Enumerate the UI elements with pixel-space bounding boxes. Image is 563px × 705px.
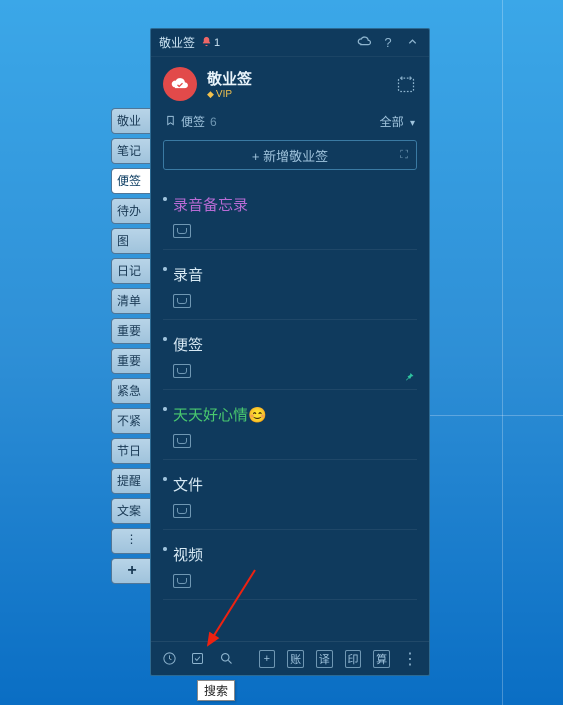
side-tab[interactable]: 清单 [111, 288, 153, 314]
note-item[interactable]: 天天好心情😊 [163, 390, 417, 460]
footer-calc-button[interactable]: 算 [373, 650, 390, 668]
calendar-icon[interactable] [395, 73, 417, 95]
collapse-icon[interactable] [403, 35, 421, 50]
side-tab[interactable]: 紧急 [111, 378, 153, 404]
footer-more-icon[interactable]: ⋮ [402, 649, 419, 669]
note-title: 录音 [173, 264, 415, 285]
history-icon[interactable] [161, 650, 178, 668]
attachment-icon [173, 504, 191, 518]
section-label: 便签 [181, 113, 205, 130]
help-icon[interactable]: ? [379, 35, 397, 50]
side-tab[interactable]: 不紧 [111, 408, 153, 434]
window-titlebar: 敬业签 1 ? [151, 29, 429, 57]
attachment-icon [173, 294, 191, 308]
bullet-icon [163, 477, 167, 481]
side-tab-strip: 敬业笔记便签待办图日记清单重要重要紧急不紧节日提醒文案⋮+ [111, 108, 153, 588]
note-item[interactable]: 视频 [163, 530, 417, 600]
side-tab[interactable]: 文案 [111, 498, 153, 524]
attachment-icon [173, 224, 191, 238]
attachment-icon [173, 574, 191, 588]
search-tooltip: 搜索 [197, 680, 235, 701]
note-title: 文件 [173, 474, 415, 495]
app-logo-icon [163, 67, 197, 101]
bookmark-icon [165, 114, 176, 130]
side-tab[interactable]: 节日 [111, 438, 153, 464]
app-header: 敬业签 VIP [151, 57, 429, 109]
header-title: 敬业签 [207, 68, 395, 89]
footer-translate-button[interactable]: 译 [316, 650, 333, 668]
add-note-button[interactable]: + 新增敬业签 ⛶ [163, 140, 417, 170]
bottom-toolbar: + 账 译 印 算 ⋮ [151, 641, 429, 675]
vip-badge: VIP [207, 89, 395, 100]
side-tab[interactable]: 重要 [111, 348, 153, 374]
desktop-divider-h [423, 415, 563, 416]
bullet-icon [163, 267, 167, 271]
checkbox-icon[interactable] [190, 650, 207, 668]
note-item[interactable]: 文件 [163, 460, 417, 530]
side-tab-more[interactable]: ⋮ [111, 528, 153, 554]
search-icon[interactable] [218, 650, 235, 668]
chevron-down-icon: ▾ [410, 118, 415, 129]
desktop-divider-v [502, 0, 503, 705]
note-item[interactable]: 录音 [163, 250, 417, 320]
side-tab[interactable]: 敬业 [111, 108, 153, 134]
side-tab[interactable]: 待办 [111, 198, 153, 224]
cloud-sync-icon[interactable] [355, 34, 373, 52]
app-name: 敬业签 [159, 34, 195, 51]
section-count: 6 [210, 115, 217, 129]
note-title: 便签 [173, 334, 415, 355]
expand-icon: ⛶ [400, 149, 408, 162]
filter-label: 全部 [380, 115, 404, 129]
attachment-icon [173, 434, 191, 448]
side-tab[interactable]: 重要 [111, 318, 153, 344]
bullet-icon [163, 337, 167, 341]
note-title: 天天好心情😊 [173, 404, 415, 425]
side-tab[interactable]: 便签 [111, 168, 153, 194]
filter-dropdown[interactable]: 全部 ▾ [380, 113, 415, 130]
footer-add-button[interactable]: + [259, 650, 276, 668]
bullet-icon [163, 547, 167, 551]
bullet-icon [163, 407, 167, 411]
side-tab[interactable]: 图 [111, 228, 153, 254]
side-tab-add[interactable]: + [111, 558, 153, 584]
attachment-icon [173, 364, 191, 378]
side-tab[interactable]: 日记 [111, 258, 153, 284]
section-header: 便签 6 全部 ▾ [151, 109, 429, 136]
notes-list: 录音备忘录录音便签天天好心情😊 文件视频 [151, 180, 429, 641]
note-title: 录音备忘录 [173, 194, 415, 215]
bell-count: 1 [214, 37, 220, 49]
add-note-label: + 新增敬业签 [252, 146, 328, 165]
side-tab[interactable]: 提醒 [111, 468, 153, 494]
bell-icon[interactable] [201, 36, 212, 50]
footer-account-button[interactable]: 账 [287, 650, 304, 668]
footer-print-button[interactable]: 印 [345, 650, 362, 668]
note-item[interactable]: 录音备忘录 [163, 180, 417, 250]
bullet-icon [163, 197, 167, 201]
app-window: 敬业签 1 ? 敬业签 VIP 便签 6 [150, 28, 430, 676]
note-item[interactable]: 便签 [163, 320, 417, 390]
side-tab[interactable]: 笔记 [111, 138, 153, 164]
note-title: 视频 [173, 544, 415, 565]
